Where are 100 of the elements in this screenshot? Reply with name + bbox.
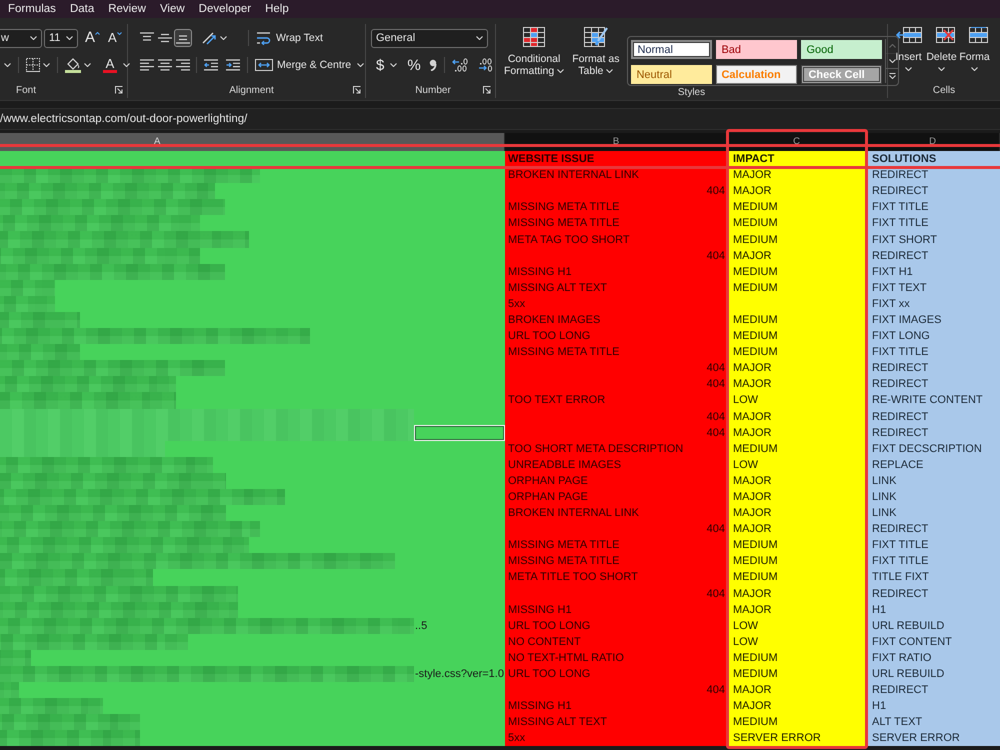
fill-color-button[interactable]: [62, 56, 94, 74]
cell-style-option[interactable]: Normal: [631, 40, 712, 59]
table-cell: REDIRECT: [866, 183, 1000, 200]
table-cell: MISSING META TITLE: [505, 537, 728, 554]
dialog-launcher-icon: [483, 86, 491, 94]
shrink-font-button[interactable]: A: [105, 29, 125, 47]
table-cell: BROKEN INTERNAL LINK: [505, 505, 728, 522]
caret-icon: [84, 63, 91, 67]
caret-icon: [390, 63, 398, 67]
table-cell: MISSING META TITLE: [505, 553, 728, 570]
table-cell: MEDIUM: [728, 312, 866, 328]
table-cell: 404: [505, 521, 728, 538]
table-cell: REDIRECT: [866, 360, 1000, 376]
header-cell: WEBSITE ISSUE: [505, 151, 728, 168]
table-cell: FIXT DECSCRIPTION: [866, 440, 1000, 457]
table-cell: MISSING META TITLE: [505, 215, 728, 232]
table-cell: MAJOR: [728, 472, 866, 489]
currency-button[interactable]: $: [373, 56, 400, 74]
increase-decimal-icon: [452, 58, 468, 72]
group-label: Cells: [932, 84, 956, 96]
borders-button[interactable]: [23, 56, 53, 74]
caret-icon: [220, 36, 227, 40]
table-cell: LOW: [728, 634, 866, 650]
caret-icon: [971, 67, 978, 71]
alignment-button[interactable]: [174, 29, 192, 47]
table-cell: 404: [505, 360, 728, 376]
cells-command-button[interactable]: Delete: [925, 27, 958, 82]
align-middle-icon: [158, 32, 172, 44]
table-cell: MEDIUM: [728, 264, 866, 280]
font-name-dropdown[interactable]: w: [0, 28, 42, 48]
caret-icon: [557, 69, 564, 73]
format-as-table-icon: [584, 27, 608, 47]
table-cell: MAJOR: [728, 408, 866, 425]
cells-command-button[interactable]: Forma: [958, 27, 991, 82]
table-cell: 5xx: [505, 296, 728, 312]
formula-bar-field[interactable]: /www.electricsontap.com/out-door-powerlighting/: [0, 113, 248, 125]
group-label: Alignment: [229, 84, 274, 96]
cell-style-option[interactable]: Neutral: [631, 65, 712, 84]
caret-icon: [888, 59, 896, 63]
table-cell: META TITLE TOO SHORT: [505, 569, 728, 586]
decrease-indent-icon: [204, 59, 218, 71]
table-cell: MEDIUM: [728, 714, 866, 730]
table-cell: FIXT SHORT: [866, 231, 1000, 248]
wrap-text-button[interactable]: Wrap Text: [253, 29, 326, 47]
header-cell: IMPACT: [728, 151, 866, 168]
cell-style-option[interactable]: Bad: [716, 40, 798, 59]
group-label: Font: [16, 84, 36, 96]
borders-icon: [26, 58, 40, 72]
cell-text: ..5: [414, 618, 428, 634]
merge-cells-icon: [255, 58, 273, 72]
table-cell: MAJOR: [728, 248, 866, 264]
table-cell: MEDIUM: [728, 569, 866, 586]
table-cell: ALT TEXT: [866, 714, 1000, 730]
table-cell: ORPHAN PAGE: [505, 488, 728, 506]
table-cell: META TAG TOO SHORT: [505, 231, 728, 248]
merge-centre-button[interactable]: Merge & Centre: [252, 56, 354, 74]
caret-icon: [116, 32, 122, 35]
conditional-formatting-button[interactable]: Conditional Formatting: [502, 27, 566, 86]
table-cell: LOW: [728, 392, 866, 408]
table-cell: FIXT TITLE: [866, 553, 1000, 570]
caret-icon: [357, 63, 364, 67]
table-cell: MEDIUM: [728, 537, 866, 554]
menu-tab[interactable]: Developer: [192, 0, 258, 18]
menu-tab[interactable]: Help: [258, 0, 296, 18]
font-color-button[interactable]: A: [100, 56, 120, 74]
percent-button[interactable]: %: [404, 56, 424, 74]
table-cell: 404: [505, 682, 728, 698]
format-as-table-button[interactable]: Format as Table: [570, 27, 622, 86]
table-cell: URL TOO LONG: [505, 618, 728, 634]
cells-command-button[interactable]: Insert: [892, 27, 925, 82]
grow-font-button[interactable]: A: [82, 29, 104, 47]
number-format-dropdown[interactable]: General: [371, 28, 488, 48]
caret-up-icon: [888, 44, 896, 48]
table-cell: H1: [866, 602, 1000, 618]
caret-icon: [43, 63, 50, 67]
table-cell: LINK: [866, 472, 1000, 489]
menu-tab[interactable]: Review: [101, 0, 153, 18]
table-cell: MAJOR: [728, 521, 866, 538]
table-cell: REPLACE: [866, 456, 1000, 473]
menu-tab[interactable]: View: [152, 0, 192, 18]
table-cell: MAJOR: [728, 602, 866, 618]
table-cell: REDIRECT: [866, 682, 1000, 698]
header-cell: SOLUTIONS: [866, 151, 1000, 168]
cell-text: -style.css?ver=1.0: [414, 667, 504, 682]
caret-icon: [476, 36, 483, 40]
menu-tab[interactable]: Data: [62, 0, 102, 18]
table-cell: MAJOR: [728, 488, 866, 506]
insert-rows-icon: [896, 27, 922, 43]
table-cell: REDIRECT: [866, 376, 1000, 392]
font-size-dropdown[interactable]: 11: [44, 28, 78, 48]
comma-icon: [428, 59, 437, 71]
table-cell: MEDIUM: [728, 231, 866, 248]
table-cell: FIXT TITLE: [866, 537, 1000, 554]
caret-icon: [30, 36, 37, 40]
table-cell: FIXT IMAGES: [866, 312, 1000, 328]
active-cell-outline[interactable]: [414, 424, 505, 441]
table-cell: MEDIUM: [728, 328, 866, 344]
menu-tab[interactable]: Formulas: [1, 0, 63, 18]
cell-style-option[interactable]: Good: [801, 40, 882, 59]
table-cell: NO TEXT-HTML RATIO: [505, 650, 728, 666]
